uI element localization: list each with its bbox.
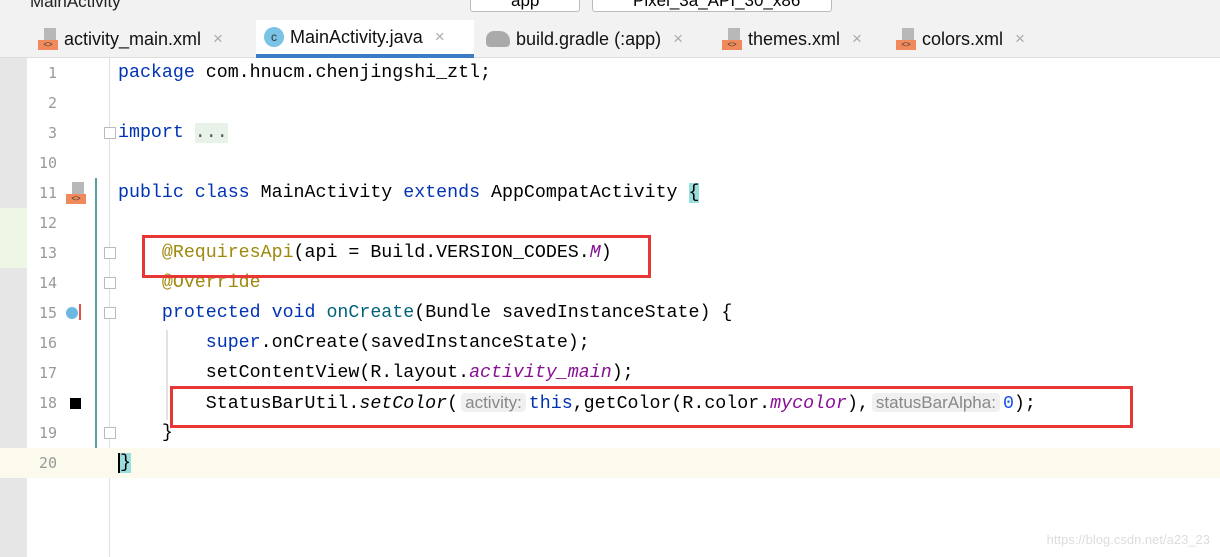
- code-text: package com.hnucm.chenjingshi_ztl;: [118, 58, 491, 88]
- code-token: protected void: [161, 303, 327, 323]
- code-text: import ...: [118, 118, 228, 148]
- device-label: Pixel_3a_API_30_x86: [633, 0, 801, 10]
- code-token: import: [118, 123, 195, 143]
- gradle-icon: [486, 31, 510, 47]
- code-token: }: [118, 453, 131, 473]
- line-number: 10: [38, 154, 57, 172]
- xml-file-icon: [896, 28, 916, 50]
- tab-mainactivity-java[interactable]: c MainActivity.java ×: [256, 20, 474, 58]
- project-name: MainActivity: [30, 0, 121, 11]
- line-number: 20: [38, 454, 57, 472]
- code-token: .onCreate(savedInstanceState);: [260, 333, 590, 353]
- line-number: 16: [38, 334, 57, 352]
- run-config-select[interactable]: app: [470, 0, 580, 12]
- line-number: 18: [38, 394, 57, 412]
- toolbar: MainActivity app Pixel_3a_API_30_x86: [0, 0, 1220, 16]
- line-number: 13: [38, 244, 57, 262]
- code-line: 20}: [0, 448, 1220, 478]
- code-line: 11 public class MainActivity extends AppC…: [0, 178, 1220, 208]
- code-token: setContentView(R.layout.: [118, 363, 470, 383]
- code-token: AppCompatActivity: [491, 183, 689, 203]
- line-number: 19: [38, 424, 57, 442]
- code-line: 10: [0, 148, 1220, 178]
- code-token: MainActivity: [260, 183, 404, 203]
- up-arrow-icon: [79, 304, 81, 320]
- fold-toggle-icon[interactable]: [104, 127, 116, 139]
- tab-colors-xml[interactable]: colors.xml ×: [888, 20, 1038, 58]
- close-icon[interactable]: ×: [673, 29, 683, 49]
- highlight-box-setcolor: [170, 386, 1133, 428]
- line-number: 1: [47, 64, 57, 82]
- code-text: super.onCreate(savedInstanceState);: [118, 328, 590, 358]
- java-class-icon: c: [264, 27, 284, 47]
- close-icon[interactable]: ×: [852, 29, 862, 49]
- layout-file-icon[interactable]: [66, 182, 86, 204]
- close-icon[interactable]: ×: [213, 29, 223, 49]
- device-select[interactable]: Pixel_3a_API_30_x86: [592, 0, 832, 12]
- code-token: public class: [118, 183, 261, 203]
- close-icon[interactable]: ×: [435, 27, 445, 47]
- code-text: }: [118, 418, 173, 448]
- run-config-label: app: [511, 0, 540, 10]
- line-number: 12: [38, 214, 57, 232]
- code-line: 12: [0, 208, 1220, 238]
- code-token: (Bundle savedInstanceState) {: [414, 303, 733, 323]
- line-number: 11: [38, 184, 57, 202]
- tab-label: MainActivity.java: [290, 26, 423, 47]
- watermark: https://blog.csdn.net/a23_23: [1046, 532, 1210, 547]
- code-line: 3 import ...: [0, 118, 1220, 148]
- tab-themes-xml[interactable]: themes.xml ×: [714, 20, 874, 58]
- code-line: 15 protected void onCreate(Bundle savedI…: [0, 298, 1220, 328]
- xml-file-icon: [722, 28, 742, 50]
- folded-imports[interactable]: ...: [194, 123, 228, 143]
- code-token: super: [205, 333, 261, 353]
- code-text: setContentView(R.layout.activity_main);: [118, 358, 634, 388]
- editor-tabs: activity_main.xml×cMainActivity.java×bui…: [0, 16, 1220, 58]
- tab-label: themes.xml: [748, 28, 841, 49]
- line-number: 2: [47, 94, 57, 112]
- override-method-icon[interactable]: [66, 307, 78, 319]
- code-token: activity_main: [469, 363, 612, 383]
- code-token: extends: [403, 183, 492, 203]
- code-token: onCreate: [326, 303, 415, 323]
- code-token: com.hnucm.chenjingshi_ztl;: [205, 63, 491, 83]
- code-line: 17 setContentView(R.layout.activity_main…: [0, 358, 1220, 388]
- fold-toggle-icon[interactable]: [104, 427, 116, 439]
- code-line: 1 package com.hnucm.chenjingshi_ztl;: [0, 58, 1220, 88]
- code-token: {: [688, 183, 700, 203]
- code-line: 2: [0, 88, 1220, 118]
- color-swatch-icon[interactable]: [70, 398, 81, 409]
- code-token: );: [611, 363, 634, 383]
- line-number: 15: [38, 304, 57, 322]
- fold-toggle-icon[interactable]: [104, 247, 116, 259]
- xml-file-icon: [38, 28, 58, 50]
- code-token: package: [118, 63, 206, 83]
- code-token: }: [118, 423, 173, 443]
- code-text: public class MainActivity extends AppCom…: [118, 178, 700, 208]
- line-number: 3: [47, 124, 57, 142]
- tab-build-gradle-app[interactable]: build.gradle (:app) ×: [478, 20, 700, 58]
- line-number: 14: [38, 274, 57, 292]
- fold-toggle-icon[interactable]: [104, 307, 116, 319]
- code-text: }: [118, 448, 131, 478]
- tab-label: build.gradle (:app): [516, 28, 662, 49]
- code-text: protected void onCreate(Bundle savedInst…: [118, 298, 732, 328]
- code-line: 16 super.onCreate(savedInstanceState);: [0, 328, 1220, 358]
- fold-toggle-icon[interactable]: [104, 277, 116, 289]
- tab-label: activity_main.xml: [64, 28, 202, 49]
- tab-activity-main-xml[interactable]: activity_main.xml ×: [30, 20, 248, 58]
- line-number: 17: [38, 364, 57, 382]
- close-icon[interactable]: ×: [1015, 29, 1025, 49]
- highlight-box-requiresapi: [142, 235, 651, 278]
- tab-label: colors.xml: [922, 28, 1004, 49]
